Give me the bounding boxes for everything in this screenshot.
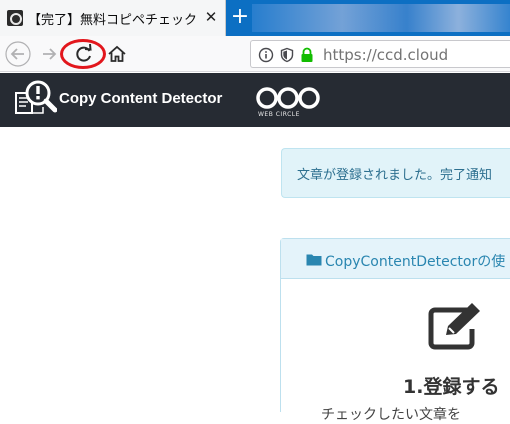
panel-header: CopyContentDetectorの使	[281, 239, 510, 279]
site-favicon-icon	[7, 10, 23, 26]
url-text: https://ccd.cloud	[323, 46, 449, 64]
tab-strip: 【完了】無料コピペチェックツ ✕ +	[0, 0, 510, 36]
edit-icon	[428, 303, 480, 350]
back-arrow-icon	[5, 41, 31, 67]
back-button[interactable]	[4, 40, 32, 68]
tab-title: 【完了】無料コピペチェックツ	[28, 13, 198, 28]
alert-text: 文章が登録されました。完了通知	[297, 168, 493, 183]
tab-close-icon[interactable]: ✕	[202, 8, 220, 26]
step-title: 1.登録する	[403, 376, 500, 398]
home-icon	[108, 45, 126, 62]
web-circle-logo-icon[interactable]	[256, 85, 320, 111]
new-tab-button[interactable]: +	[228, 4, 252, 32]
active-tab[interactable]: 【完了】無料コピペチェックツ ✕	[0, 0, 226, 36]
usage-panel: CopyContentDetectorの使 1.登録する チェックしたい文章を	[280, 238, 510, 423]
home-button[interactable]	[103, 40, 131, 68]
annotation-circle	[60, 39, 106, 69]
success-alert: 文章が登録されました。完了通知	[281, 148, 510, 198]
web-circle-label: WEB CIRCLE	[258, 111, 300, 118]
site-header: Copy Content Detector WEB CIRCLE	[0, 73, 510, 127]
address-bar[interactable]: https://ccd.cloud	[250, 40, 510, 68]
info-icon[interactable]	[258, 47, 274, 63]
folder-icon	[306, 254, 322, 266]
panel-title: CopyContentDetectorの使	[325, 254, 506, 270]
copy-detector-logo-icon[interactable]	[13, 79, 57, 119]
navigation-bar: https://ccd.cloud	[0, 36, 510, 72]
secure-lock-icon[interactable]	[299, 47, 315, 63]
blurred-tab-area	[252, 4, 510, 32]
site-brand[interactable]: Copy Content Detector	[59, 90, 222, 107]
tracking-shield-icon[interactable]	[279, 47, 295, 63]
step-description: チェックしたい文章を	[321, 407, 461, 423]
